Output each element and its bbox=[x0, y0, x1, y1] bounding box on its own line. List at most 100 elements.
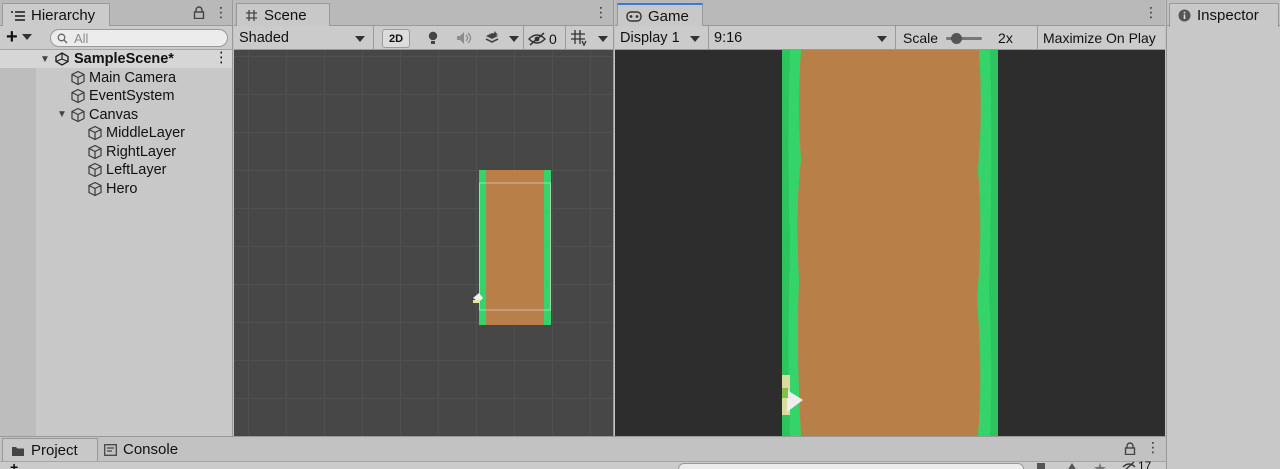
lock-icon[interactable] bbox=[1124, 442, 1136, 455]
game-panel: Game ⋮ Display 1 9:16 Scale 2x Maximize … bbox=[615, 0, 1165, 436]
grid-dropdown-icon[interactable] bbox=[598, 36, 608, 42]
gameobject-cube-icon bbox=[71, 70, 85, 85]
display-dropdown[interactable]: Display 1 bbox=[615, 26, 708, 50]
hierarchy-item-label: Main Camera bbox=[89, 69, 177, 86]
hierarchy-item-right-layer[interactable]: RightLayer bbox=[0, 143, 232, 161]
grid-snap-icon[interactable] bbox=[570, 29, 588, 47]
scene-viewport[interactable] bbox=[234, 50, 613, 436]
game-toolbar: Display 1 9:16 Scale 2x Maximize On Play bbox=[615, 26, 1165, 50]
folder-icon bbox=[12, 446, 24, 456]
project-search-input[interactable] bbox=[678, 463, 1024, 469]
game-road bbox=[782, 50, 998, 436]
bottom-panel: Project Console ⋮ + 17 bbox=[0, 436, 1166, 469]
tab-hierarchy[interactable]: Hierarchy bbox=[2, 3, 110, 27]
effects-toggle-icon[interactable] bbox=[484, 30, 500, 46]
info-icon bbox=[1178, 9, 1191, 22]
scale-slider-thumb[interactable] bbox=[951, 32, 963, 44]
filter-by-type-icon[interactable] bbox=[1036, 463, 1048, 469]
lighting-toggle-icon[interactable] bbox=[427, 31, 439, 45]
gameobject-cube-icon bbox=[88, 144, 102, 159]
filter-by-label-icon[interactable] bbox=[1066, 463, 1078, 469]
add-label: + bbox=[6, 26, 18, 48]
tab-console[interactable]: Console bbox=[104, 441, 178, 458]
hierarchy-item-label: LeftLayer bbox=[106, 162, 167, 178]
scene-root-menu-icon[interactable]: ⋮ bbox=[214, 50, 229, 66]
unity-logo-icon bbox=[55, 52, 69, 66]
tab-scene[interactable]: Scene bbox=[236, 3, 330, 27]
project-toolbar: + 17 bbox=[0, 459, 1166, 469]
aspect-value: 9:16 bbox=[714, 30, 743, 46]
project-menu-icon[interactable]: ⋮ bbox=[1146, 440, 1160, 454]
scene-right-grass-sprite bbox=[544, 170, 551, 325]
hidden-objects-toggle[interactable]: 0 bbox=[528, 29, 564, 48]
expand-arrow-icon[interactable]: ▼ bbox=[40, 54, 50, 65]
expand-arrow-icon[interactable]: ▼ bbox=[57, 109, 70, 120]
search-icon bbox=[57, 33, 68, 43]
tab-inspector[interactable]: Inspector bbox=[1169, 3, 1279, 27]
tab-scene-label: Scene bbox=[264, 7, 307, 24]
console-icon bbox=[104, 443, 117, 456]
favorites-star-icon[interactable] bbox=[1094, 463, 1106, 469]
aspect-dropdown[interactable]: 9:16 bbox=[709, 26, 895, 50]
scene-canvas-preview bbox=[473, 170, 551, 325]
scene-toolbar: Shaded 2D 0 bbox=[234, 25, 613, 50]
hierarchy-toolbar: + All bbox=[0, 26, 232, 50]
toolbar-divider bbox=[1037, 26, 1038, 50]
game-menu-icon[interactable]: ⋮ bbox=[1144, 5, 1158, 19]
scale-value: 2x bbox=[998, 30, 1013, 46]
scene-tabbar: Scene ⋮ bbox=[234, 0, 613, 27]
gameobject-cube-icon bbox=[88, 162, 102, 178]
gameobject-cube-icon bbox=[71, 107, 85, 122]
game-render bbox=[782, 50, 998, 436]
hidden-packages-toggle[interactable]: 17 bbox=[1122, 459, 1151, 469]
shading-mode-dropdown[interactable]: Shaded bbox=[234, 25, 374, 50]
hierarchy-item-label: RightLayer bbox=[106, 143, 177, 160]
chevron-down-icon bbox=[877, 36, 887, 42]
eye-slash-icon bbox=[528, 31, 546, 46]
hierarchy-panel: Hierarchy ⋮ + All ▼ SampleScene* ⋮ Main … bbox=[0, 0, 233, 436]
gamepad-icon bbox=[626, 10, 642, 22]
tab-project-label: Project bbox=[31, 442, 78, 459]
hierarchy-item-label: Hero bbox=[106, 180, 138, 197]
scene-root-label: SampleScene* bbox=[74, 51, 174, 67]
scene-hero-sprite bbox=[473, 300, 480, 303]
hierarchy-menu-icon[interactable]: ⋮ bbox=[214, 5, 228, 19]
scale-control: Scale 2x bbox=[903, 26, 1013, 50]
hierarchy-item-left-layer[interactable]: LeftLayer bbox=[0, 161, 232, 179]
toggle-2d-button[interactable]: 2D bbox=[382, 29, 410, 48]
scene-root-row[interactable]: ▼ SampleScene* ⋮ bbox=[0, 50, 232, 68]
inspector-panel: Inspector bbox=[1166, 0, 1280, 469]
tab-game-label: Game bbox=[648, 7, 689, 25]
game-tabbar: Game ⋮ bbox=[615, 0, 1165, 27]
effects-dropdown-icon[interactable] bbox=[509, 36, 519, 42]
tab-console-label: Console bbox=[123, 441, 179, 458]
hierarchy-tree: ▼ SampleScene* ⋮ Main Camera EventSystem… bbox=[0, 50, 232, 436]
hierarchy-item-event-system[interactable]: EventSystem bbox=[0, 87, 232, 105]
project-add-icon[interactable]: + bbox=[10, 459, 18, 469]
toolbar-divider bbox=[523, 26, 524, 50]
hierarchy-item-label: MiddleLayer bbox=[106, 125, 185, 141]
tab-game[interactable]: Game bbox=[617, 3, 703, 27]
toolbar-divider bbox=[565, 26, 566, 50]
scene-menu-icon[interactable]: ⋮ bbox=[594, 5, 608, 19]
scene-road-sprite bbox=[479, 170, 551, 325]
lock-icon[interactable] bbox=[193, 6, 205, 19]
scale-slider[interactable] bbox=[946, 32, 983, 44]
scale-label: Scale bbox=[903, 30, 939, 46]
hierarchy-item-middle-layer[interactable]: MiddleLayer bbox=[0, 124, 232, 142]
hierarchy-item-main-camera[interactable]: Main Camera bbox=[0, 69, 232, 87]
hierarchy-item-label: Canvas bbox=[89, 106, 139, 123]
hierarchy-item-canvas[interactable]: ▼ Canvas bbox=[0, 106, 232, 124]
tab-hierarchy-label: Hierarchy bbox=[31, 7, 96, 24]
game-viewport[interactable] bbox=[615, 50, 1165, 436]
hidden-packages-count: 17 bbox=[1138, 459, 1152, 469]
maximize-on-play-toggle[interactable]: Maximize On Play bbox=[1043, 26, 1156, 50]
audio-toggle-icon[interactable] bbox=[456, 31, 472, 45]
hierarchy-item-hero[interactable]: Hero bbox=[0, 180, 232, 198]
add-object-button[interactable]: + bbox=[6, 27, 32, 47]
hidden-count: 0 bbox=[549, 30, 557, 47]
hierarchy-search-input[interactable]: All bbox=[50, 29, 228, 47]
scene-panel: Scene ⋮ Shaded 2D 0 bbox=[234, 0, 614, 436]
inspector-tabbar: Inspector bbox=[1167, 0, 1280, 27]
gameobject-cube-icon bbox=[88, 125, 102, 141]
